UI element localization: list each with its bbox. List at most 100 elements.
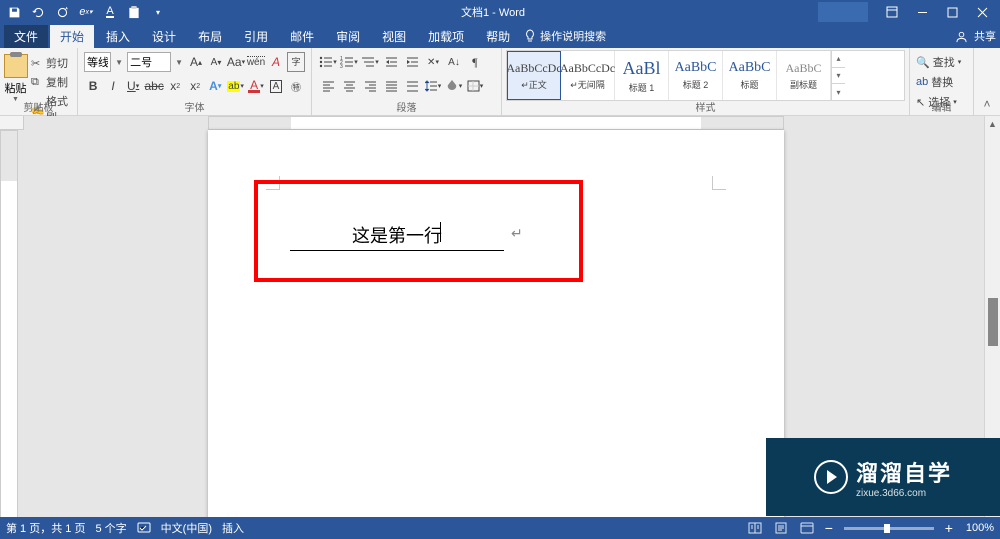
character-border-button[interactable]: A	[267, 76, 285, 96]
multilevel-list-button[interactable]: ▾	[360, 52, 380, 72]
status-insert-mode[interactable]: 插入	[222, 520, 244, 536]
group-clipboard: 粘贴 ▼ ✂剪切 ⧉复制 ✍格式刷 剪贴板	[0, 48, 78, 115]
ruler-horizontal[interactable]	[208, 116, 784, 130]
tab-layout[interactable]: 布局	[188, 25, 232, 48]
share-button[interactable]: 共享	[955, 28, 996, 44]
tab-view[interactable]: 视图	[372, 25, 416, 48]
tab-help[interactable]: 帮助	[476, 25, 520, 48]
gallery-up-icon[interactable]: ▴	[832, 51, 845, 68]
view-web-layout-icon[interactable]	[796, 519, 818, 537]
text-effects-button[interactable]: A▾	[206, 76, 224, 96]
scroll-thumb[interactable]	[988, 298, 998, 346]
replace-button[interactable]: ab替换	[914, 72, 969, 92]
grow-font-button[interactable]: A▴	[187, 52, 205, 72]
style-title[interactable]: AaBbC 标题	[723, 51, 777, 100]
ribbon-display-icon[interactable]	[878, 0, 906, 24]
close-button[interactable]	[968, 0, 996, 24]
collapse-ribbon-button[interactable]: ˄	[974, 48, 1000, 115]
align-right-button[interactable]	[360, 76, 380, 96]
status-page[interactable]: 第 1 页，共 1 页	[6, 520, 85, 536]
bold-button[interactable]: B	[84, 76, 102, 96]
highlight-button[interactable]: ab▾	[226, 76, 245, 96]
status-word-count[interactable]: 5 个字	[95, 520, 126, 536]
bullets-button[interactable]: ▾	[318, 52, 338, 72]
zoom-percent[interactable]: 100%	[966, 522, 994, 534]
cut-button[interactable]: ✂剪切	[29, 54, 73, 72]
zoom-in-button[interactable]: +	[942, 521, 956, 535]
style-normal[interactable]: AaBbCcDc ↵正文	[507, 51, 561, 100]
superscript-button[interactable]: x2	[186, 76, 204, 96]
align-center-button[interactable]	[339, 76, 359, 96]
font-color-a-icon[interactable]: A	[100, 2, 120, 22]
ruler-corner[interactable]	[0, 116, 24, 130]
zoom-out-button[interactable]: −	[822, 521, 836, 535]
maximize-button[interactable]	[938, 0, 966, 24]
minimize-button[interactable]	[908, 0, 936, 24]
copy-button[interactable]: ⧉复制	[29, 73, 73, 91]
redo-repeat-icon[interactable]	[52, 2, 72, 22]
phonetic-guide-button[interactable]: wén	[247, 52, 265, 72]
font-name-select[interactable]	[84, 52, 111, 72]
tab-references[interactable]: 引用	[234, 25, 278, 48]
undo-icon[interactable]	[28, 2, 48, 22]
font-size-select[interactable]	[127, 52, 171, 72]
tab-file[interactable]: 文件	[4, 25, 48, 48]
group-editing: 🔍查找▾ ab替换 ↖选择▾ 编辑	[910, 48, 974, 115]
style-no-spacing[interactable]: AaBbCcDc ↵无间隔	[561, 51, 615, 100]
zoom-thumb[interactable]	[884, 524, 890, 533]
sort-button[interactable]: A↓	[444, 52, 464, 72]
gallery-down-icon[interactable]: ▾	[832, 68, 845, 85]
tab-mailings[interactable]: 邮件	[280, 25, 324, 48]
paste-button[interactable]: 粘贴 ▼	[2, 52, 29, 103]
ruler-vertical[interactable]	[0, 130, 18, 538]
font-color-button[interactable]: A▾	[247, 76, 265, 96]
superscript-ex-icon[interactable]: ex▾	[76, 2, 96, 22]
enclose-chars-button[interactable]: 字	[287, 52, 305, 72]
tell-me-search[interactable]: 操作说明搜索	[524, 28, 606, 44]
show-marks-button[interactable]: ¶	[465, 52, 485, 72]
zoom-slider[interactable]	[844, 527, 934, 530]
find-button[interactable]: 🔍查找▾	[914, 52, 969, 72]
account-avatar[interactable]	[818, 2, 868, 22]
view-print-layout-icon[interactable]	[770, 519, 792, 537]
scroll-up-icon[interactable]: ▲	[985, 116, 1000, 132]
align-justify-button[interactable]	[381, 76, 401, 96]
style-subtitle[interactable]: AaBbC 副标题	[777, 51, 831, 100]
document-text-line-1[interactable]: 这是第一行	[290, 222, 504, 251]
numbering-button[interactable]: 123▾	[339, 52, 359, 72]
borders-button[interactable]: ▾	[465, 76, 485, 96]
tab-home[interactable]: 开始	[50, 25, 94, 48]
align-left-button[interactable]	[318, 76, 338, 96]
tab-insert[interactable]: 插入	[96, 25, 140, 48]
paste-qat-icon[interactable]	[124, 2, 144, 22]
subscript-button[interactable]: x2	[166, 76, 184, 96]
distribute-button[interactable]	[402, 76, 422, 96]
line-spacing-button[interactable]: ▾	[423, 76, 443, 96]
change-case-button[interactable]: Aa▾	[227, 52, 245, 72]
save-icon[interactable]	[4, 2, 24, 22]
group-font: ▼ ▼ A▴ A▾ Aa▾ wén A 字 B I U▾ abc x2 x2 A…	[78, 48, 312, 115]
style-heading-1[interactable]: AaBl 标题 1	[615, 51, 669, 100]
asian-layout-button[interactable]: ✕▾	[423, 52, 443, 72]
play-icon	[814, 460, 848, 494]
clear-formatting-button[interactable]: A	[267, 52, 285, 72]
italic-button[interactable]: I	[104, 76, 122, 96]
qat-customize-icon[interactable]: ▾	[148, 2, 168, 22]
tab-addins[interactable]: 加载项	[418, 25, 474, 48]
underline-button[interactable]: U▾	[124, 76, 142, 96]
gallery-expand-icon[interactable]: ▾	[832, 84, 845, 100]
shrink-font-button[interactable]: A▾	[207, 52, 225, 72]
decrease-indent-button[interactable]	[381, 52, 401, 72]
shading-button[interactable]: ▾	[444, 76, 464, 96]
status-language[interactable]: 中文(中国)	[161, 520, 212, 536]
view-read-mode-icon[interactable]	[744, 519, 766, 537]
tab-design[interactable]: 设计	[142, 25, 186, 48]
increase-indent-button[interactable]	[402, 52, 422, 72]
tab-review[interactable]: 审阅	[326, 25, 370, 48]
scissors-icon: ✂	[31, 57, 43, 69]
document-page[interactable]: 这是第一行 ↵	[208, 130, 784, 538]
character-shading-button[interactable]: ㊕	[287, 76, 305, 96]
strikethrough-button[interactable]: abc	[144, 76, 164, 96]
spellcheck-icon[interactable]	[137, 522, 151, 534]
style-heading-2[interactable]: AaBbC 标题 2	[669, 51, 723, 100]
